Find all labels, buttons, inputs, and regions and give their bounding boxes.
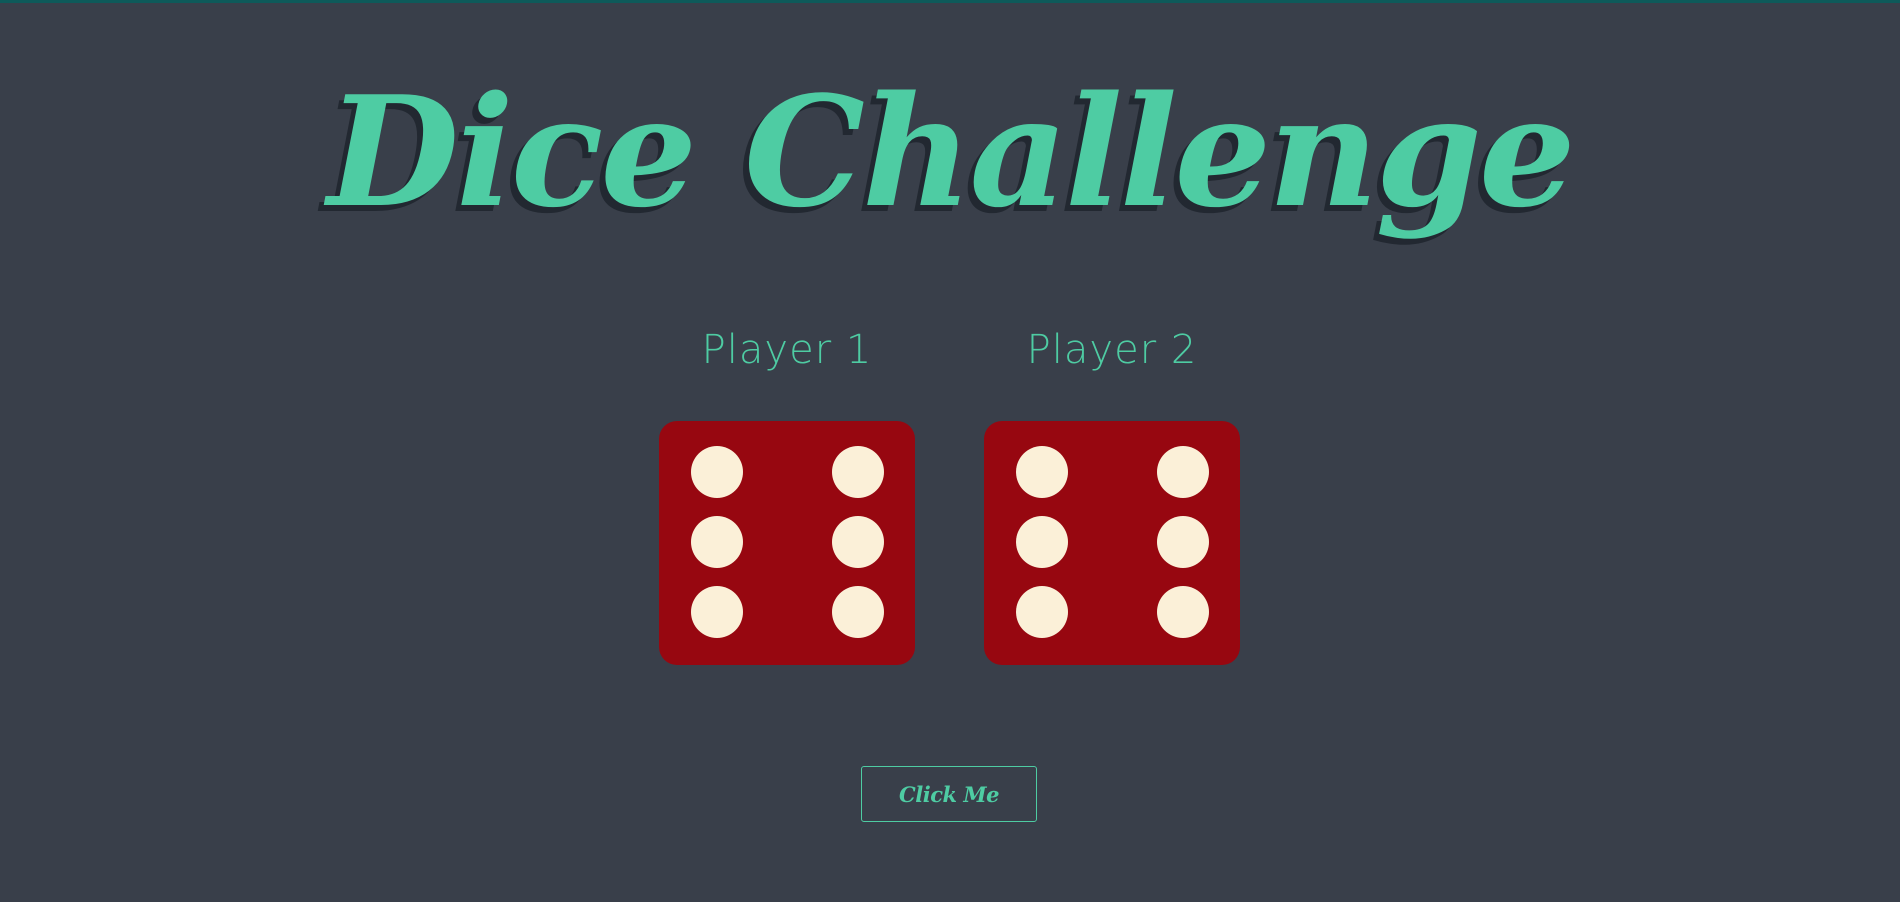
- player-2-die: [984, 421, 1240, 665]
- die-pip: [1016, 446, 1068, 498]
- player-1-panel: Player 1: [659, 325, 915, 665]
- roll-button[interactable]: Click Me: [861, 766, 1037, 822]
- die-pip: [691, 516, 743, 568]
- page-title: Dice Challenge: [327, 62, 1575, 241]
- die-pip: [1157, 446, 1209, 498]
- die-pip: [1016, 516, 1068, 568]
- top-border: [0, 0, 1900, 3]
- die-pip: [691, 586, 743, 638]
- die-pip: [691, 446, 743, 498]
- player-1-die: [659, 421, 915, 665]
- player-1-label: Player 1: [701, 327, 873, 373]
- die-pip: [832, 446, 884, 498]
- die-pip: [1157, 516, 1209, 568]
- player-2-label: Player 2: [1026, 327, 1198, 373]
- die-pip: [1157, 586, 1209, 638]
- player-2-panel: Player 2: [984, 325, 1240, 665]
- die-pip: [1016, 586, 1068, 638]
- die-pip: [832, 516, 884, 568]
- die-pip: [832, 586, 884, 638]
